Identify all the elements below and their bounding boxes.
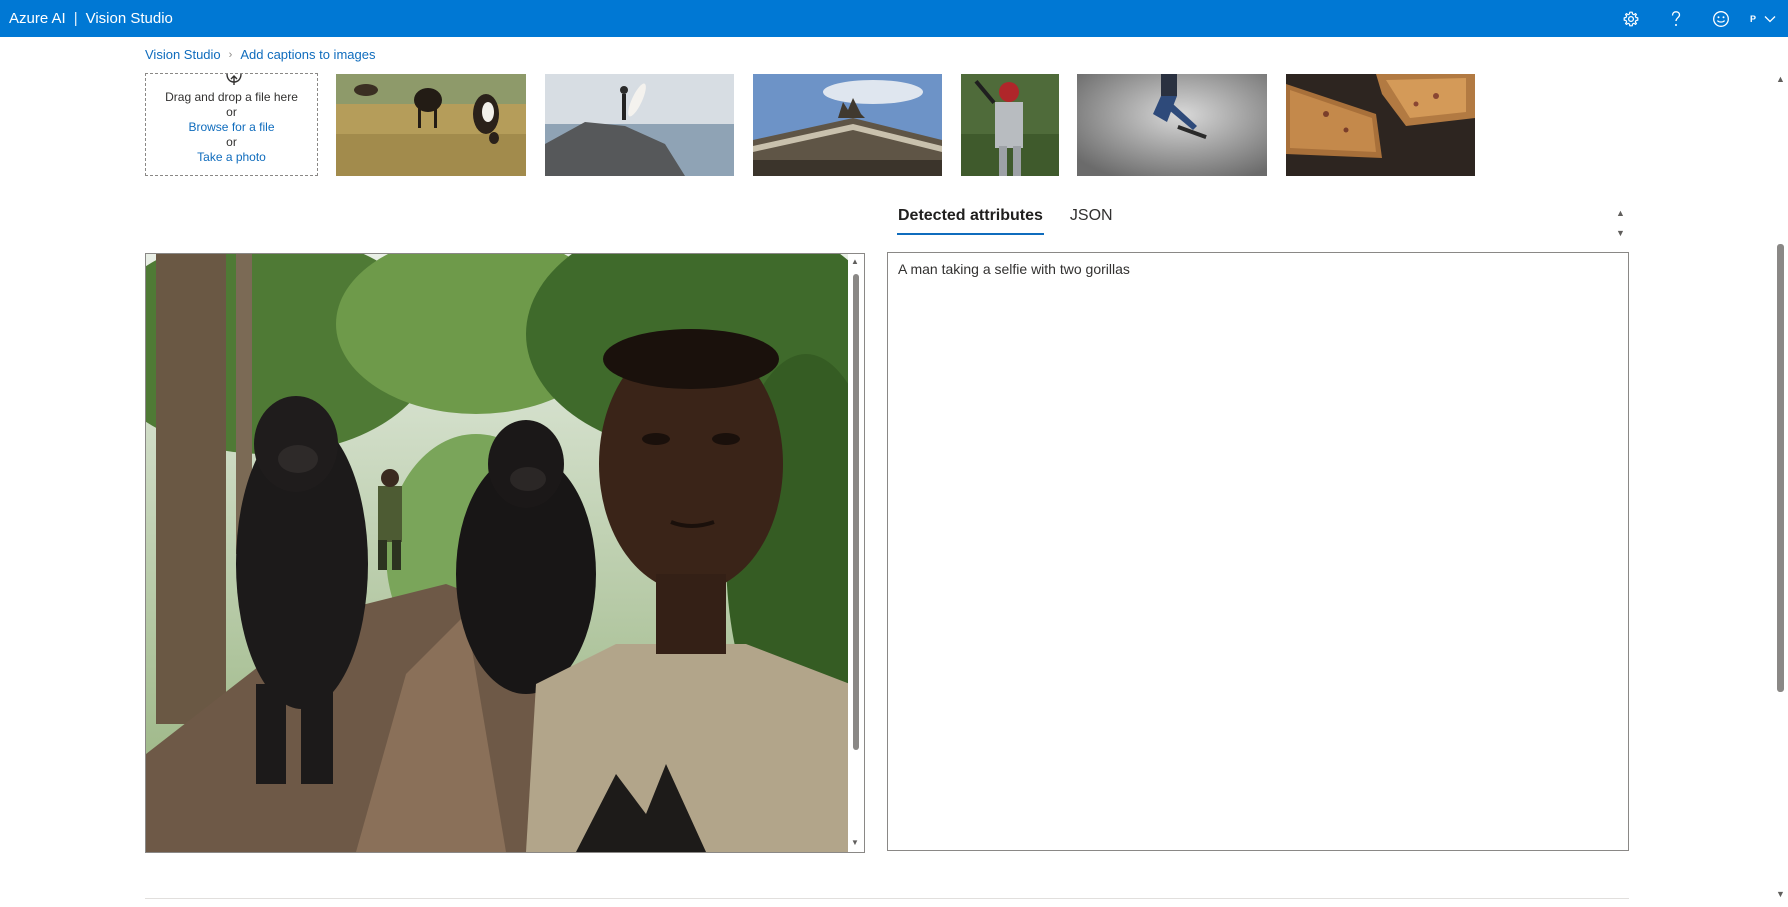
- caption-text: A man taking a selfie with two gorillas: [898, 261, 1130, 277]
- brand-vision-studio: Vision Studio: [85, 10, 173, 27]
- feedback-button[interactable]: [1699, 0, 1744, 37]
- breadcrumb-vision-studio[interactable]: Vision Studio: [145, 47, 221, 62]
- building-statues-image: [753, 74, 942, 176]
- browse-file-link[interactable]: Browse for a file: [146, 120, 317, 135]
- panel-scroll-arrows[interactable]: ▲ ▼: [1616, 203, 1625, 243]
- scroll-down-icon[interactable]: ▼: [851, 838, 859, 847]
- breadcrumb-add-captions[interactable]: Add captions to images: [240, 47, 375, 62]
- baseball-batter-image: [961, 74, 1059, 176]
- gear-icon: [1624, 11, 1639, 26]
- scroll-up-icon[interactable]: ▲: [851, 257, 859, 266]
- help-button[interactable]: [1654, 0, 1699, 37]
- cows-image: [336, 74, 526, 176]
- chevron-right-icon: ›: [228, 48, 233, 61]
- scroll-up-icon[interactable]: ▲: [1616, 203, 1625, 223]
- brand-separator: |: [73, 10, 78, 27]
- detected-attributes-panel: A man taking a selfie with two gorillas: [887, 252, 1629, 851]
- sample-image-surfer[interactable]: [545, 74, 734, 176]
- page-scrollbar[interactable]: ▲ ▼: [1772, 74, 1788, 907]
- chevron-down-icon: [1764, 15, 1776, 22]
- tab-detected-attributes[interactable]: Detected attributes: [897, 207, 1044, 235]
- dropzone-instruction: Drag and drop a file here: [165, 90, 298, 104]
- cloud-upload-icon: [226, 74, 242, 85]
- dropzone-or-2: or: [226, 135, 237, 149]
- skateboarder-image: [1077, 74, 1267, 176]
- upload-dropzone[interactable]: Drag and drop a file here or Browse for …: [145, 73, 318, 176]
- image-scrollbar-thumb[interactable]: [853, 274, 859, 750]
- dropzone-or-1: or: [226, 105, 237, 119]
- take-photo-link[interactable]: Take a photo: [146, 150, 317, 165]
- grilled-sandwich-image: [1286, 74, 1475, 176]
- settings-button[interactable]: [1609, 0, 1654, 37]
- sample-image-cows[interactable]: [336, 74, 526, 176]
- breadcrumb: Vision Studio › Add captions to images: [145, 47, 375, 62]
- scroll-down-icon[interactable]: ▼: [1616, 223, 1625, 243]
- sample-image-baseball[interactable]: [961, 74, 1059, 176]
- section-divider: [145, 898, 1629, 899]
- man-selfie-gorillas-image: [146, 254, 864, 852]
- brand-azure-ai: Azure AI: [9, 10, 66, 27]
- sample-image-skateboarder[interactable]: [1077, 74, 1267, 176]
- brand[interactable]: Azure AI | Vision Studio: [0, 10, 173, 27]
- sample-image-building[interactable]: [753, 74, 942, 176]
- scroll-down-icon[interactable]: ▼: [1776, 889, 1785, 899]
- result-tabs: Detected attributes JSON: [897, 207, 1113, 235]
- top-bar: Azure AI | Vision Studio P: [0, 0, 1788, 37]
- smiley-feedback-icon: [1713, 10, 1730, 27]
- account-menu[interactable]: P: [1744, 14, 1788, 24]
- tab-json[interactable]: JSON: [1070, 207, 1113, 235]
- page-scrollbar-thumb[interactable]: [1777, 244, 1784, 692]
- help-icon: [1672, 10, 1681, 26]
- scroll-up-icon[interactable]: ▲: [1776, 74, 1785, 84]
- image-scrollbar[interactable]: ▲ ▼: [848, 254, 864, 852]
- sample-image-sandwich[interactable]: [1286, 74, 1475, 176]
- analyzed-image-frame: ▲ ▼: [145, 253, 865, 853]
- surfer-image: [545, 74, 734, 176]
- avatar: P: [1749, 13, 1756, 24]
